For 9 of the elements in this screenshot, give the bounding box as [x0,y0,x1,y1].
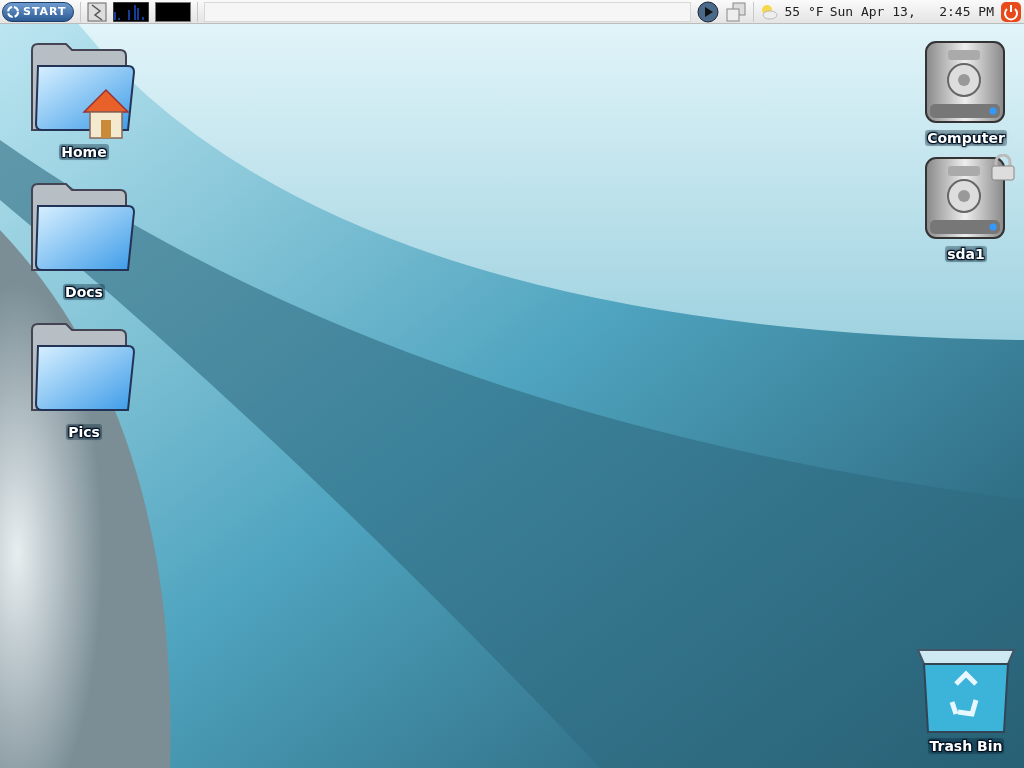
play-icon[interactable] [697,0,720,23]
logo-icon [6,4,20,19]
clock[interactable]: Sun Apr 13, 2:45 PM [829,4,994,19]
cpu-graph[interactable] [112,1,149,22]
power-button[interactable] [1000,0,1022,23]
weather-icon [760,3,779,20]
start-button[interactable]: START [2,1,74,22]
weather-text: 55 °F [784,4,824,19]
workspace-switcher-icon[interactable] [725,0,748,23]
